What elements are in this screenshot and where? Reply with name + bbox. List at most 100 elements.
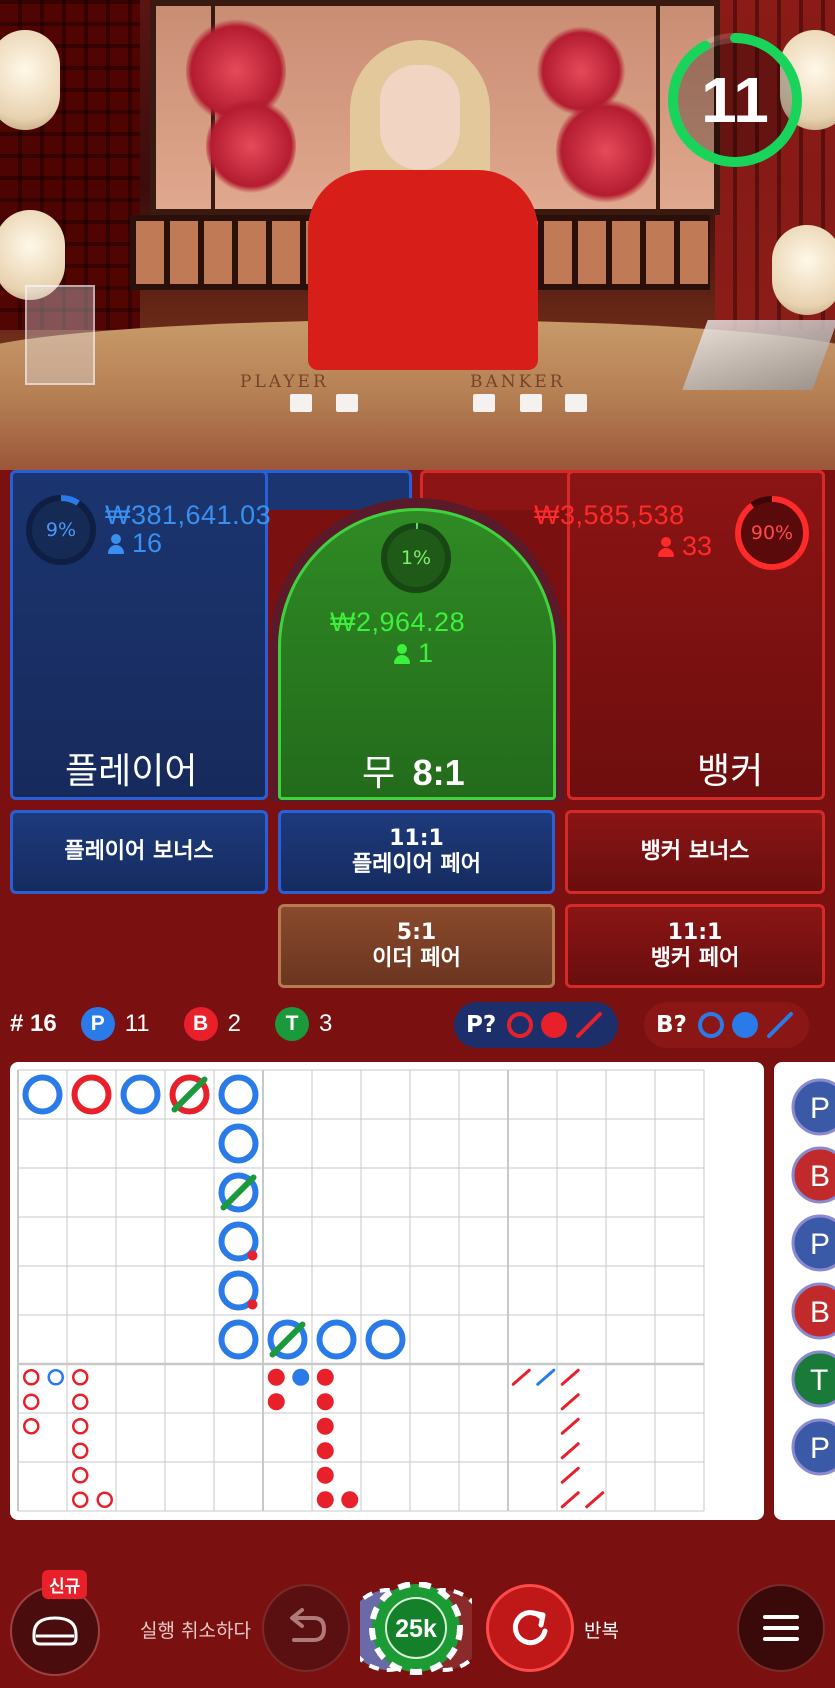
big-eye-road-mark [23, 1418, 40, 1435]
big-eye-road-mark [47, 1369, 64, 1386]
user-icon [394, 643, 410, 664]
lantern-left-top [0, 30, 60, 130]
banker-pair-dot [247, 1250, 258, 1261]
round-number: # 16 [10, 1010, 57, 1037]
repeat-button[interactable] [486, 1584, 574, 1672]
player-wins-count: 11 [124, 1010, 150, 1037]
bead-road-letter: T [810, 1364, 828, 1397]
player-bet-label: 플레이어 [65, 751, 198, 792]
scoreboard[interactable] [10, 1062, 764, 1520]
road-maps [17, 1069, 705, 1512]
big-eye-road-mark [72, 1467, 89, 1484]
small-road-mark [316, 1393, 334, 1411]
discard-tray [25, 285, 95, 385]
tie-wins-count: 3 [319, 1010, 333, 1037]
cockroach-road-mark [560, 1368, 580, 1386]
player-total-bet: ₩381,641.03 [105, 500, 272, 530]
tie-wins-badge: T [275, 1007, 309, 1041]
chip-selector[interactable]: 25k [360, 1582, 472, 1676]
predict-player-label: P? [466, 1012, 497, 1038]
player-percent: 9% [45, 519, 77, 541]
cockroach-road-mark [560, 1491, 580, 1509]
small-road-mark [267, 1368, 285, 1386]
player-percent-ring: 9% [25, 494, 97, 566]
big-eye-road-mark [72, 1393, 89, 1410]
banker-bonus-button[interactable]: 뱅커 보너스 [565, 810, 825, 894]
tie-label: 무 [362, 753, 396, 794]
tie-total-bet: ₩2,964.28 [330, 607, 466, 637]
either-pair-odds: 5:1 [396, 919, 437, 945]
tie-odds: 8:1 [412, 752, 465, 793]
big-road-mark [218, 1123, 259, 1164]
predict-player-icons [507, 1012, 603, 1038]
tie-bettors: 1 [394, 638, 433, 669]
undo-icon [290, 1608, 327, 1642]
big-eye-road-mark [72, 1369, 89, 1386]
big-eye-road-mark [23, 1393, 40, 1410]
cockroach-road-mark [560, 1442, 580, 1460]
banker-total-bet: ₩3,585,538 [534, 500, 685, 530]
menu-button[interactable] [737, 1584, 825, 1672]
either-pair-label: 이더 페어 [372, 946, 461, 971]
tie-percent: 1% [400, 547, 432, 569]
table-player-label: PLAYER [240, 372, 329, 392]
user-icon [108, 533, 124, 554]
player-bonus-button[interactable]: 플레이어 보너스 [10, 810, 268, 894]
predict-banker-button[interactable]: B? [644, 1002, 809, 1048]
playing-card [290, 394, 312, 412]
player-pair-odds: 11:1 [389, 825, 444, 851]
slash-icon [766, 1012, 793, 1038]
playing-card [473, 394, 495, 412]
dealer-body [308, 170, 538, 370]
big-eye-road-mark [72, 1418, 89, 1435]
banker-pair-odds: 11:1 [667, 919, 723, 945]
cockroach-road-mark [585, 1491, 605, 1509]
bead-road-panel[interactable]: P B P B T P [774, 1062, 835, 1520]
bead-road: P B P B T P [791, 1078, 835, 1476]
playing-card [520, 394, 542, 412]
banker-wins-badge: B [183, 1007, 218, 1041]
banker-bet-label: 뱅커 [697, 751, 764, 792]
big-eye-road-mark [23, 1369, 40, 1386]
player-pair-label: 플레이어 페어 [351, 852, 482, 877]
cockroach-road-mark [536, 1368, 556, 1386]
hamburger-menu-icon [763, 1615, 799, 1641]
tie-bet-label: 무 8:1 [362, 744, 465, 796]
dealer-face [380, 65, 460, 170]
repeat-icon [512, 1610, 548, 1646]
banker-pair-dot [247, 1299, 258, 1310]
either-pair-button[interactable]: 5:1 이더 페어 [278, 904, 555, 988]
player-bettor-count: 16 [132, 528, 163, 558]
table-banker-label: BANKER [470, 372, 566, 392]
lobby-button[interactable] [10, 1586, 100, 1676]
small-road-mark [341, 1491, 359, 1509]
cockroach-road-mark [560, 1466, 580, 1484]
big-road-mark [218, 1074, 259, 1115]
player-bonus-label: 플레이어 보너스 [64, 838, 214, 864]
big-road-mark [120, 1074, 161, 1115]
chip-value: 25k [395, 1614, 437, 1643]
small-road-mark [316, 1368, 334, 1386]
predict-player-button[interactable]: P? [454, 1002, 619, 1048]
banker-pair-button[interactable]: 11:1 뱅커 페어 [565, 904, 825, 988]
banker-wins-count: 2 [227, 1010, 241, 1037]
solid-circle-icon [541, 1012, 568, 1038]
bead-road-letter: B [810, 1296, 830, 1329]
card-shoe [682, 320, 835, 390]
big-road-mark [218, 1319, 259, 1360]
player-pair-button[interactable]: 11:1 플레이어 페어 [278, 810, 555, 894]
countdown-timer: 11 [665, 30, 805, 170]
cockroach-road-mark [511, 1368, 531, 1386]
bead-road-letter: B [810, 1160, 830, 1193]
cockroach-road-mark [560, 1417, 580, 1435]
small-road-mark [292, 1368, 310, 1386]
undo-button[interactable] [262, 1584, 350, 1672]
big-road-mark [316, 1319, 357, 1360]
small-road-mark [316, 1417, 334, 1435]
big-eye-road-mark [72, 1442, 89, 1459]
small-road-mark [316, 1442, 334, 1460]
playing-card [336, 394, 358, 412]
live-dealer-video: PLAYER BANKER 11 [0, 0, 835, 470]
small-road-mark [267, 1393, 285, 1411]
lantern-right-bottom [772, 225, 835, 315]
